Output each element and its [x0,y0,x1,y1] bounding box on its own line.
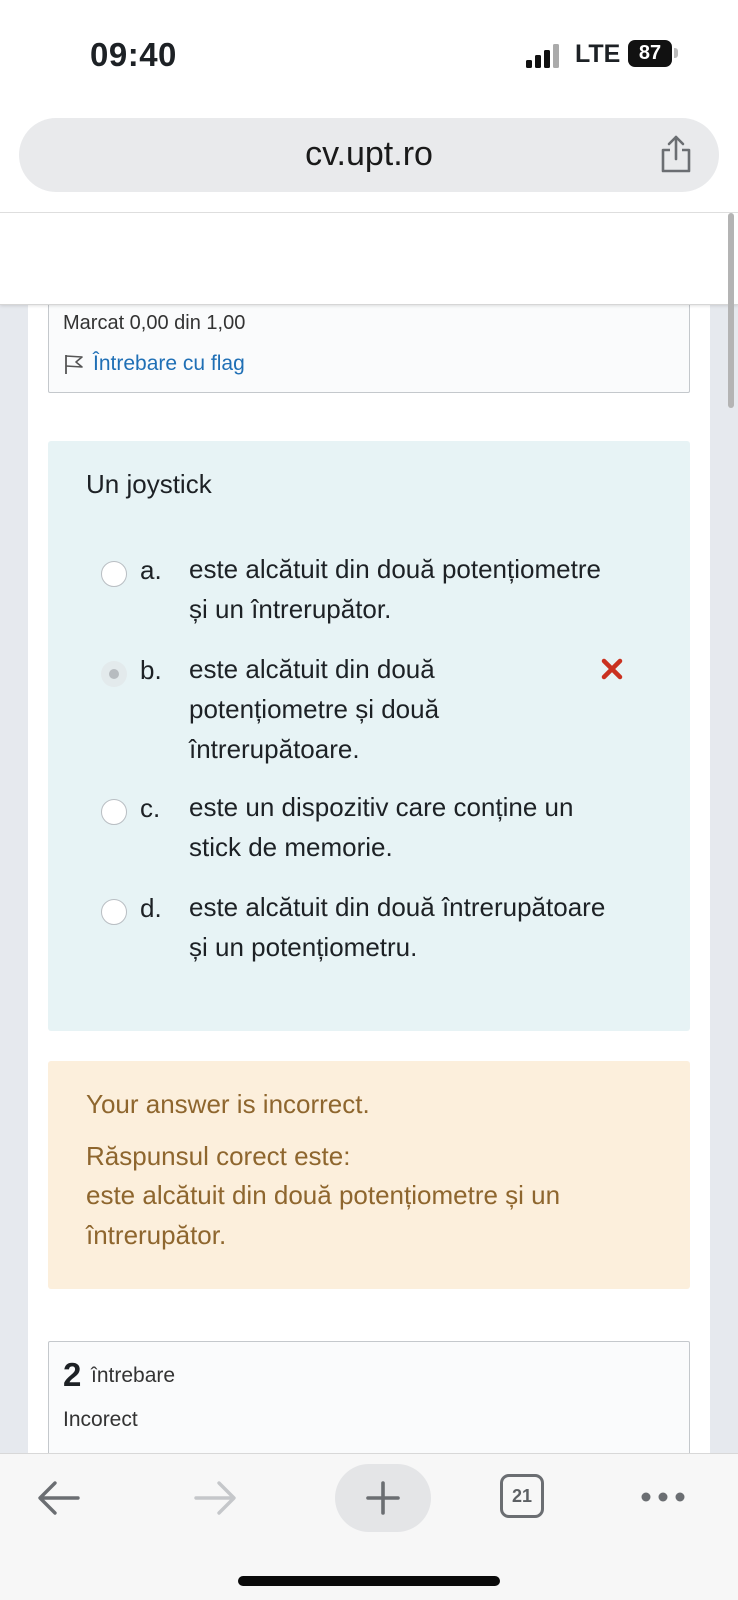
radio-d[interactable] [101,899,127,925]
incorrect-icon [601,658,623,680]
answer-letter: a. [140,555,162,585]
new-tab-button[interactable] [335,1464,431,1532]
page-viewport[interactable]: Marcat 0,00 din 1,00 Întrebare cu flag U… [0,213,738,1453]
answer-letter: d. [140,893,162,923]
correct-answer-label: Răspunsul corect este: [86,1141,351,1171]
flag-link-label[interactable]: Întrebare cu flag [93,352,245,376]
page-content: Marcat 0,00 din 1,00 Întrebare cu flag U… [28,213,710,1453]
signal-icon [526,44,562,68]
correct-answer-text: este alcătuit din două potențiometre și … [86,1180,561,1250]
back-arrow-icon[interactable] [36,1478,82,1518]
radio-c[interactable] [101,799,127,825]
question-text: Un joystick [86,469,212,499]
status-time: 09:40 [90,36,177,73]
plus-icon[interactable] [365,1480,401,1516]
feedback-result: Your answer is incorrect. [86,1089,370,1119]
scrollbar[interactable] [728,213,734,408]
answer-letter: b. [140,655,162,685]
tabs-button[interactable]: 21 [500,1474,544,1518]
radio-a[interactable] [101,561,127,587]
question-status: Incorect [63,1408,138,1431]
status-bar: 09:40 LTE 87 [0,0,738,110]
answer-text: este alcătuit din două potențiometre și … [189,654,440,764]
page-sticky-header [0,213,738,305]
forward-arrow-icon[interactable] [192,1478,238,1518]
radio-b-selected[interactable] [101,661,127,687]
battery-tip [674,48,678,58]
question-label: întrebare [91,1364,176,1387]
question-number: 2 [63,1356,82,1393]
home-indicator[interactable] [238,1576,500,1586]
feedback-box: Your answer is incorrect. Răspunsul core… [48,1061,690,1289]
question-info-box: Marcat 0,00 din 1,00 Întrebare cu flag [48,293,690,393]
address-bar[interactable]: cv.upt.ro [19,118,719,192]
flag-icon[interactable] [63,353,85,375]
share-icon[interactable] [659,134,693,174]
next-question-info-box: 2 întrebare Incorect [48,1341,690,1453]
answer-text: este alcătuit din două potențiometre și … [189,554,601,624]
question-box: Un joystick a. este alcătuit din două po… [48,441,690,1031]
url-text[interactable]: cv.upt.ro [19,135,719,174]
battery-icon: 87 [628,40,672,67]
marked-score: Marcat 0,00 din 1,00 [63,312,246,334]
flag-question-link[interactable]: Întrebare cu flag [63,352,245,376]
network-type: LTE [575,40,621,68]
answer-text: este alcătuit din două întrerupătoare și… [189,892,606,962]
answer-text: este un dispozitiv care conține un stick… [189,792,574,862]
answer-letter: c. [140,793,161,823]
more-options-icon[interactable] [640,1490,686,1504]
